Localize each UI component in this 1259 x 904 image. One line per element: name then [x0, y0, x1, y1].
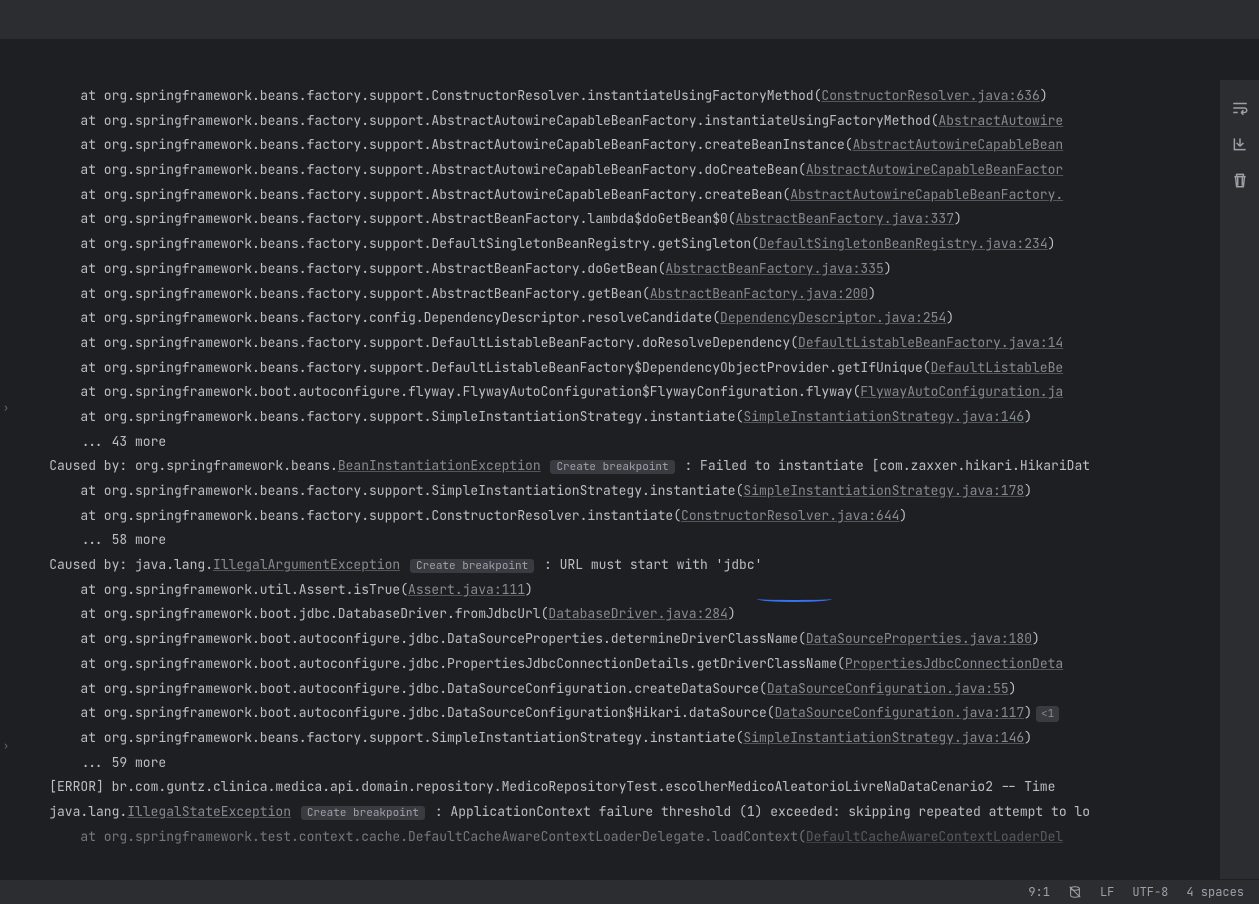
inlay-hint: <1 [1036, 706, 1059, 722]
status-bar: 9:1 LF UTF-8 4 spaces [0, 879, 1259, 904]
source-link[interactable]: DataSourceConfiguration.java:117 [775, 704, 1025, 721]
cursor-position[interactable]: 9:1 [1028, 881, 1050, 904]
stack-trace-line: at org.springframework.beans.factory.sup… [18, 331, 1219, 356]
source-link[interactable]: DataSourceProperties.java:180 [806, 630, 1032, 647]
stack-trace-line: ... 58 more [18, 528, 1219, 553]
source-link[interactable]: AbstractBeanFactory.java:337 [736, 210, 954, 227]
stack-trace-line: at org.springframework.boot.autoconfigur… [18, 380, 1219, 405]
source-link[interactable]: AbstractAutowire [938, 112, 1063, 129]
stack-trace-line: at org.springframework.beans.factory.con… [18, 306, 1219, 331]
scroll-to-end-icon[interactable] [1230, 134, 1250, 154]
source-link[interactable]: DefaultListableBeanFactory.java:14 [798, 334, 1063, 351]
stack-trace-line: at org.springframework.beans.factory.sup… [18, 282, 1219, 307]
source-link[interactable]: AbstractAutowireCapableBean [853, 136, 1064, 153]
tab-bar [0, 40, 1259, 80]
source-link[interactable]: DefaultListableBe [931, 359, 1064, 376]
soft-wrap-icon[interactable] [1230, 98, 1250, 118]
source-link[interactable]: AbstractBeanFactory.java:200 [650, 285, 868, 302]
stack-trace-line: at org.springframework.beans.factory.sup… [18, 158, 1219, 183]
stack-trace-line: at org.springframework.boot.autoconfigur… [18, 627, 1219, 652]
console-output[interactable]: at org.springframework.beans.factory.sup… [15, 80, 1219, 879]
stack-trace-line: at org.springframework.util.Assert.isTru… [18, 578, 1219, 603]
source-link[interactable]: DatabaseDriver.java:284 [548, 605, 727, 622]
source-link[interactable]: DefaultSingletonBeanRegistry.java:234 [759, 235, 1048, 252]
stack-trace-line: at org.springframework.beans.factory.sup… [18, 232, 1219, 257]
stack-trace-line: at org.springframework.beans.factory.sup… [18, 479, 1219, 504]
scrollbar[interactable] [1207, 80, 1219, 879]
stack-trace-line: at org.springframework.beans.factory.sup… [18, 257, 1219, 282]
stack-trace-line: ... 43 more [18, 430, 1219, 455]
database-off-icon[interactable] [1068, 885, 1082, 899]
stack-trace-line: ... 59 more [18, 751, 1219, 776]
error-line: [ERROR] br.com.guntz.clinica.medica.api.… [18, 775, 1219, 800]
stack-trace-line: at org.springframework.boot.jdbc.Databas… [18, 602, 1219, 627]
source-link[interactable]: DataSourceConfiguration.java:55 [767, 680, 1009, 697]
indent-info[interactable]: 4 spaces [1186, 881, 1244, 904]
stack-trace-line: at org.springframework.beans.factory.sup… [18, 726, 1219, 751]
gutter: › › [0, 80, 15, 879]
source-link[interactable]: DefaultCacheAwareContextLoaderDel [806, 828, 1063, 845]
source-link[interactable]: ConstructorResolver.java:636 [821, 87, 1039, 104]
source-link[interactable]: DependencyDescriptor.java:254 [720, 309, 946, 326]
console-container: › › at org.springframework.beans.factory… [0, 80, 1259, 879]
stack-trace-line: at org.springframework.beans.factory.sup… [18, 356, 1219, 381]
exception-link[interactable]: IllegalStateException [127, 803, 291, 820]
stack-trace-line: at org.springframework.beans.factory.sup… [18, 504, 1219, 529]
file-encoding[interactable]: UTF-8 [1132, 881, 1168, 904]
source-link[interactable]: ConstructorResolver.java:644 [681, 507, 899, 524]
create-breakpoint-button[interactable]: Create breakpoint [410, 559, 534, 573]
stack-trace-line: at org.springframework.beans.factory.sup… [18, 84, 1219, 109]
console-toolbar [1219, 80, 1259, 879]
fold-marker-icon[interactable]: › [3, 398, 9, 417]
fold-marker-icon[interactable]: › [3, 736, 9, 755]
stack-trace-line: at org.springframework.boot.autoconfigur… [18, 701, 1219, 726]
stack-trace-line: at org.springframework.beans.factory.sup… [18, 133, 1219, 158]
source-link[interactable]: AbstractAutowireCapableBeanFactory. [790, 186, 1063, 203]
stack-trace-line: at org.springframework.boot.autoconfigur… [18, 677, 1219, 702]
stack-trace-line: at org.springframework.beans.factory.sup… [18, 183, 1219, 208]
source-link[interactable]: SimpleInstantiationStrategy.java:146 [743, 408, 1024, 425]
stack-trace-line: at org.springframework.test.context.cach… [18, 825, 1219, 850]
create-breakpoint-button[interactable]: Create breakpoint [301, 806, 425, 820]
caused-by-line: Caused by: java.lang.IllegalArgumentExce… [18, 553, 1219, 578]
stack-trace-line: at org.springframework.beans.factory.sup… [18, 405, 1219, 430]
source-link[interactable]: SimpleInstantiationStrategy.java:146 [743, 729, 1024, 746]
source-link[interactable]: SimpleInstantiationStrategy.java:178 [743, 482, 1024, 499]
exception-link[interactable]: BeanInstantiationException [338, 457, 541, 474]
source-link[interactable]: FlywayAutoConfiguration.ja [860, 383, 1063, 400]
stack-trace-line: at org.springframework.boot.autoconfigur… [18, 652, 1219, 677]
stack-trace-line: at org.springframework.beans.factory.sup… [18, 109, 1219, 134]
exception-link[interactable]: IllegalArgumentException [213, 556, 400, 573]
create-breakpoint-button[interactable]: Create breakpoint [550, 460, 674, 474]
line-separator[interactable]: LF [1100, 881, 1114, 904]
caused-by-line: java.lang.IllegalStateException Create b… [18, 800, 1219, 825]
source-link[interactable]: AbstractAutowireCapableBeanFactor [806, 161, 1063, 178]
title-bar [0, 0, 1259, 40]
source-link[interactable]: Assert.java:111 [408, 581, 525, 598]
stack-trace-line: at org.springframework.beans.factory.sup… [18, 207, 1219, 232]
clear-all-icon[interactable] [1230, 170, 1250, 190]
source-link[interactable]: PropertiesJdbcConnectionDeta [845, 655, 1063, 672]
source-link[interactable]: AbstractBeanFactory.java:335 [665, 260, 883, 277]
caused-by-line: Caused by: org.springframework.beans.Bea… [18, 454, 1219, 479]
